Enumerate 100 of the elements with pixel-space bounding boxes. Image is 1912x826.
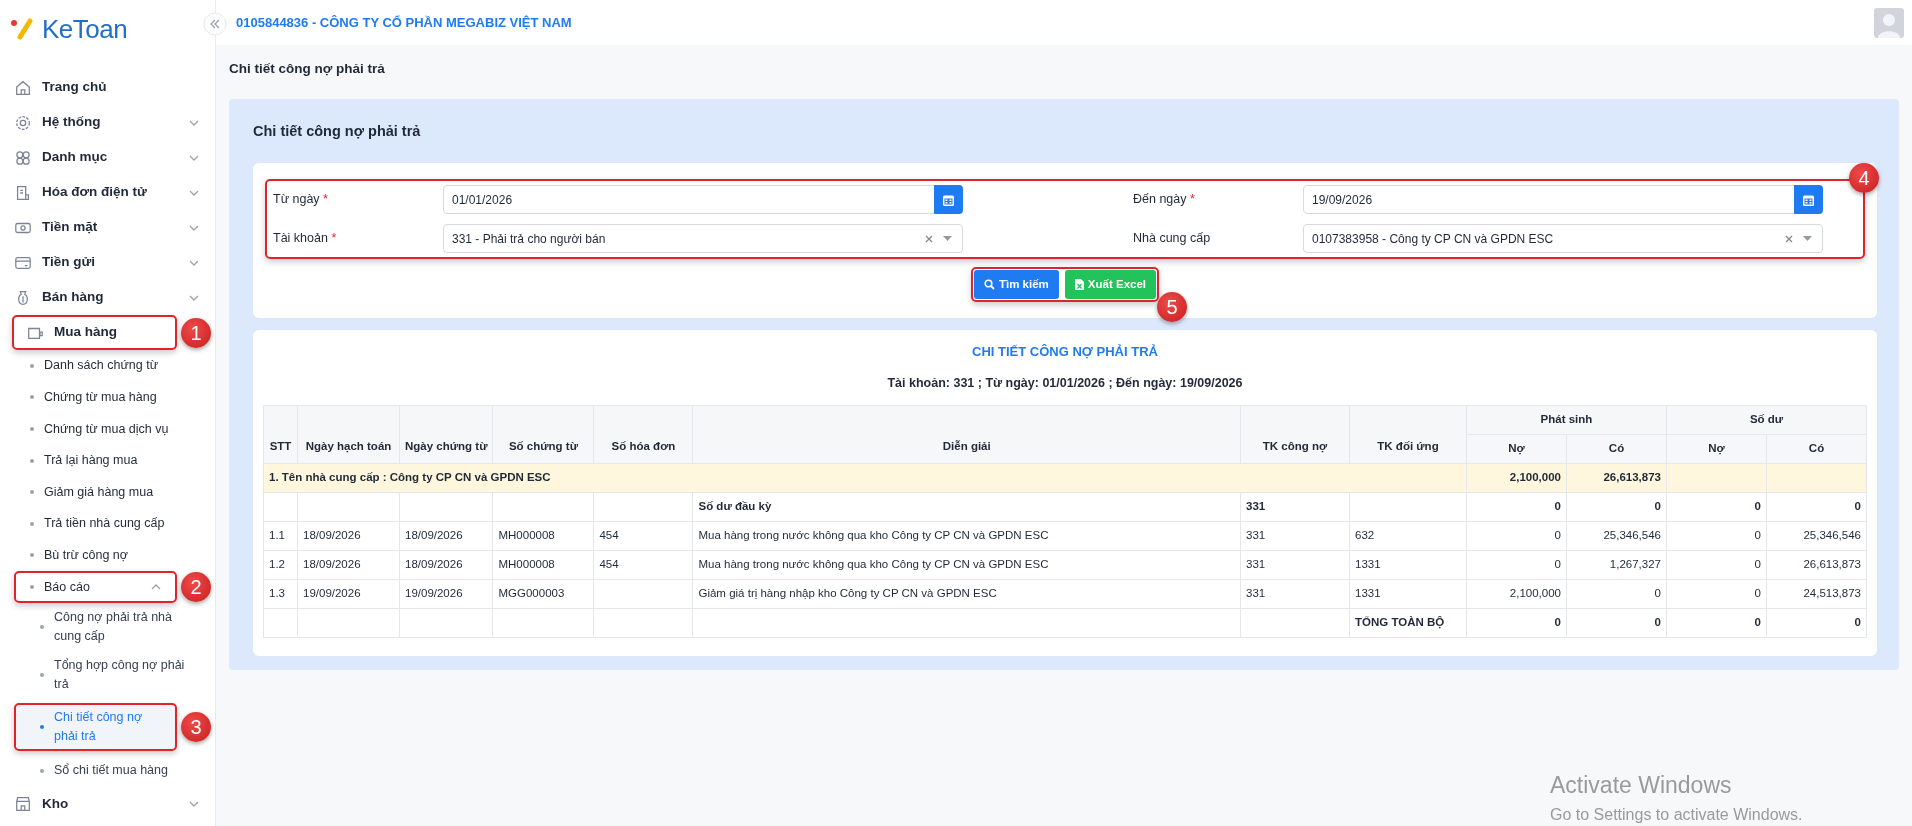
callout-number: 2 <box>181 571 211 602</box>
sidebar-subitem[interactable]: Sổ chi tiết mua hàng <box>0 754 215 787</box>
table-cell: 1331 <box>1349 579 1467 608</box>
clear-icon <box>1785 234 1793 243</box>
table-cell: 18/09/2026 <box>399 550 493 579</box>
column-header: Ngày hạch toán <box>297 405 400 463</box>
chevron-down-icon <box>189 189 199 196</box>
logo-text: KeToan <box>42 12 128 46</box>
table-cell: 331 <box>1240 492 1350 521</box>
column-group-header: Phát sinh <box>1466 405 1667 434</box>
field-label: Nhà cung cấp <box>1133 230 1212 248</box>
sidebar-subitem[interactable]: Công nợ phải trả nhà cung cấp <box>0 602 215 651</box>
table-cell: 0 <box>1466 492 1567 521</box>
table-cell: 331 <box>1240 521 1350 550</box>
column-header: TK đối ứng <box>1349 405 1467 463</box>
table-cell: 331 <box>1240 550 1350 579</box>
table-cell: 0 <box>1666 608 1767 637</box>
column-header: Số chứng từ <box>492 405 594 463</box>
company-name: 0105844836 - CÔNG TY CỔ PHẦN MEGABIZ VIỆT NAM <box>236 13 572 32</box>
table-cell: Giảm giá trị hàng nhập kho Công ty CP CN và GPDN ESC <box>692 579 1241 608</box>
date-field[interactable]: 19/09/2026 <box>1303 185 1823 214</box>
table-cell: 0 <box>1466 608 1567 637</box>
sidebar-subitem[interactable]: Bù trừ công nợ <box>0 539 215 572</box>
table-cell: MH000008 <box>492 550 594 579</box>
bullet-icon <box>30 363 34 368</box>
sidebar-subitem[interactable]: Chứng từ mua hàng <box>0 381 215 414</box>
panel-title: Chi tiết công nợ phải trả <box>253 122 422 142</box>
table-cell: 331 <box>1240 579 1350 608</box>
table-cell: 18/09/2026 <box>297 521 400 550</box>
table-cell: 25,346,546 <box>1566 521 1667 550</box>
select-field[interactable]: 331 - Phải trả cho người bán <box>443 224 963 253</box>
table-cell: 1.3 <box>263 579 298 608</box>
home-icon <box>14 78 32 97</box>
table-cell: 18/09/2026 <box>399 521 493 550</box>
sidebar-item[interactable]: Danh mục <box>0 140 215 175</box>
table-cell: 0 <box>1766 608 1867 637</box>
select-field[interactable]: 0107383958 - Công ty CP CN và GPDN ESC <box>1303 224 1823 253</box>
column-header: Diễn giải <box>692 405 1241 463</box>
chevron-down-icon <box>189 801 199 808</box>
table-cell: 0 <box>1666 579 1767 608</box>
sidebar-subitem[interactable]: Tổng hợp công nợ phải trả <box>0 650 215 699</box>
bullet-icon <box>40 768 44 773</box>
field-label: Đến ngày * <box>1133 191 1196 209</box>
sidebar-item[interactable]: Hóa đơn điện tử <box>0 175 215 210</box>
bullet-icon <box>30 395 34 400</box>
table-cell: 1.1 <box>263 521 298 550</box>
circles-icon <box>14 148 32 167</box>
sidebar-item[interactable]: Bán hàng <box>0 280 215 315</box>
table-cell: 0 <box>1466 521 1567 550</box>
search-button[interactable]: Tìm kiếm <box>974 270 1059 300</box>
calendar-icon <box>934 185 963 214</box>
callout-number: 1 <box>181 317 211 348</box>
sidebar-subitem[interactable]: Báo cáo <box>14 571 177 603</box>
activation-notice-text: Go to Settings to activate Windows. <box>1550 804 1803 825</box>
sidebar-item[interactable]: Tiền gửi <box>0 245 215 280</box>
table-cell: 0 <box>1566 492 1667 521</box>
settings-icon <box>14 113 32 132</box>
sidebar-item[interactable]: Trang chủ <box>0 70 215 105</box>
table-cell: 19/09/2026 <box>399 579 493 608</box>
table-cell: 454 <box>593 521 693 550</box>
table-cell: 0 <box>1566 579 1667 608</box>
sidebar-subitem[interactable]: Chứng từ mua dịch vụ <box>0 413 215 445</box>
report-title: CHI TIẾT CÔNG NỢ PHẢI TRẢ <box>971 343 1159 362</box>
activation-notice-title: Activate Windows <box>1550 771 1733 800</box>
table-cell: MGG000003 <box>492 579 594 608</box>
table-cell: 632 <box>1349 521 1467 550</box>
field-label: Từ ngày * <box>273 191 329 209</box>
table-cell: 1331 <box>1349 550 1467 579</box>
column-header: Nợ <box>1466 434 1567 463</box>
bullet-icon <box>40 724 44 729</box>
column-group-header: Số dư <box>1666 405 1867 434</box>
sidebar-subitem[interactable]: Trả lại hàng mua <box>0 444 215 477</box>
table-cell: Số dư đầu kỳ <box>692 492 1241 521</box>
table-cell: 0 <box>1666 492 1767 521</box>
sidebar-subitem[interactable]: Danh sách chứng từ <box>0 350 215 382</box>
column-header: Ngày chứng từ <box>399 405 493 463</box>
table-cell: 1.2 <box>263 550 298 579</box>
sidebar-item[interactable]: Hệ thống <box>0 105 215 140</box>
clear-icon <box>925 234 933 243</box>
dropdown-icon <box>943 236 952 241</box>
chevron-down-icon <box>189 119 199 126</box>
column-header: Nợ <box>1666 434 1767 463</box>
table-cell: 0 <box>1666 550 1767 579</box>
calendar-icon <box>1794 185 1823 214</box>
sidebar-item[interactable]: Mua hàng <box>12 315 177 350</box>
search-icon <box>984 279 995 291</box>
sidebar-subitem[interactable]: Trả tiền nhà cung cấp <box>0 507 215 540</box>
table-cell: 18/09/2026 <box>297 550 400 579</box>
table-cell: 2,100,000 <box>1466 579 1567 608</box>
sidebar-subitem[interactable]: Chi tiết công nợ phải trả <box>14 702 177 751</box>
dropdown-icon <box>1803 236 1812 241</box>
bullet-icon <box>30 584 34 589</box>
bullet-icon <box>30 427 34 431</box>
table-cell: TỔNG TOÀN BỘ <box>1349 608 1467 637</box>
table-cell: Mua hàng trong nước không qua kho Công ty CP CN và GPDN ESC <box>692 521 1241 550</box>
receipt-icon <box>14 183 32 202</box>
date-field[interactable]: 01/01/2026 <box>443 185 963 214</box>
sidebar-item[interactable]: Kho <box>0 786 215 822</box>
sidebar-subitem[interactable]: Giảm giá hàng mua <box>0 476 215 508</box>
sidebar-item[interactable]: Tiền mặt <box>0 210 215 245</box>
